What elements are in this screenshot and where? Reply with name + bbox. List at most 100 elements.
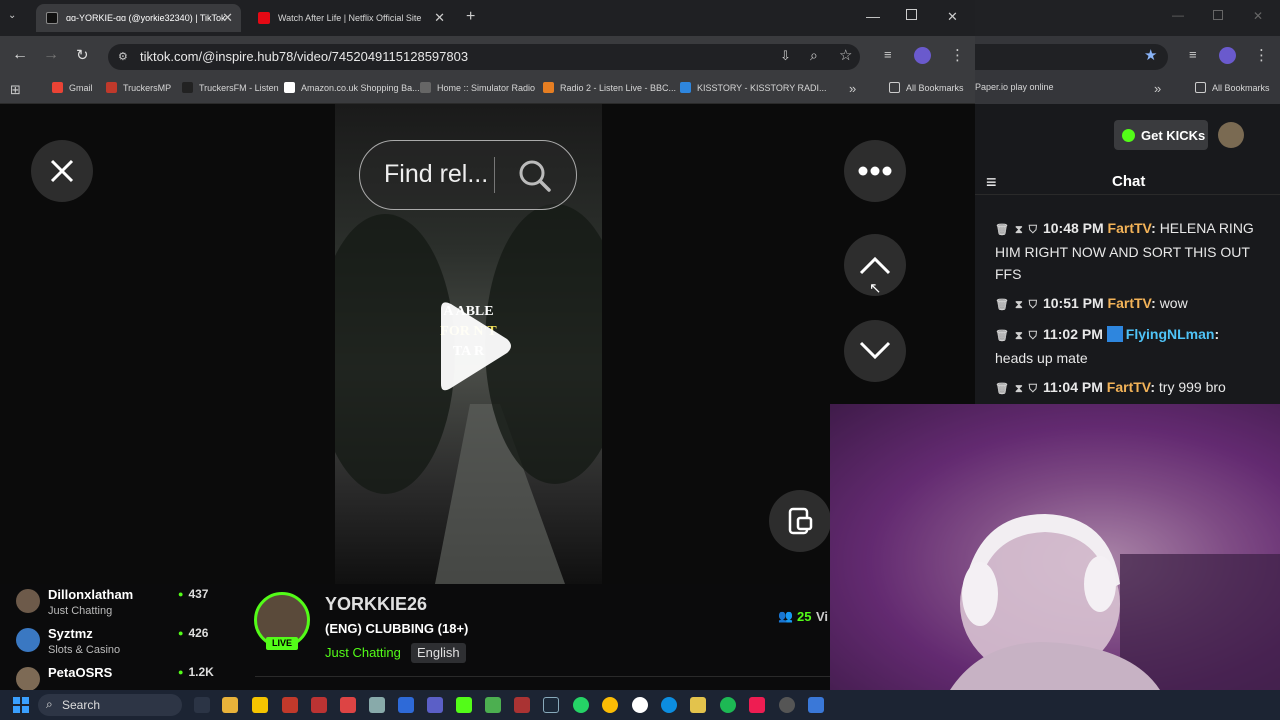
truck-icon[interactable] [369,697,385,713]
taskbar-search[interactable]: ⌕ Search [38,694,182,716]
bookmark-all[interactable]: All Bookmarks [889,82,964,93]
bookmark-paperio[interactable]: Paper.io play online [975,82,1054,92]
bookmark-amazon[interactable]: Amazon.co.uk Shopping Ba... [284,82,420,93]
timeout-icon[interactable]: ⧗ [1015,224,1023,236]
message-user[interactable]: FartTV [1108,220,1152,236]
picture-in-picture-button[interactable] [769,490,831,552]
right-address-bar[interactable] [975,44,1168,70]
right-close-button[interactable]: ✕ [1253,9,1263,23]
right-profile-avatar[interactable] [1219,47,1236,64]
search-icon[interactable] [518,159,552,193]
bookmark-star-icon[interactable]: ☆ [839,46,852,64]
reload-button[interactable]: ↻ [76,46,89,64]
get-kicks-button[interactable]: Get KICKs [1114,120,1208,150]
language-tag[interactable]: English [411,643,466,663]
app-icon[interactable] [252,697,268,713]
message-user[interactable]: FlyingNLman [1126,326,1215,342]
close-video-button[interactable] [31,140,93,202]
tab-tiktok[interactable]: ɑɑ-YORKIE-ɑɑ (@yorkie32340) | TikTok ✕ [36,4,241,32]
user-avatar[interactable] [1218,122,1244,148]
bookmark-label: Paper.io play online [975,82,1054,92]
message-user[interactable]: FartTV [1108,295,1152,311]
trash-icon[interactable]: 🗑 [995,299,1009,311]
install-app-icon[interactable]: ⇩ [780,48,791,64]
media-control-icon[interactable]: ≡ [1189,47,1197,62]
shield-icon[interactable]: ⛉ [1029,330,1037,342]
shield-icon[interactable]: ⛉ [1029,299,1037,311]
profile-avatar[interactable] [914,47,931,64]
bookmark-gmail[interactable]: Gmail [52,82,93,93]
sidebar-channel[interactable]: Syztmz Slots & Casino [16,626,120,656]
media-control-icon[interactable]: ≡ [884,47,892,62]
steam-icon[interactable] [543,697,559,713]
search-box[interactable]: Find rel... [359,140,577,210]
spotify-icon[interactable] [720,697,736,713]
zoom-icon[interactable]: ⌕ [810,47,818,64]
timeout-icon[interactable]: ⧗ [1015,299,1023,311]
bookmark-truckersmp[interactable]: TruckersMP [106,82,171,93]
app-icon[interactable] [690,697,706,713]
app-icon[interactable] [398,697,414,713]
back-button[interactable]: ← [12,46,28,64]
app-icon[interactable] [514,697,530,713]
menu-kebab-icon[interactable]: ⋮ [950,46,965,64]
bookmark-all-right[interactable]: All Bookmarks [1195,82,1270,93]
trash-icon[interactable]: 🗑 [995,330,1009,342]
right-minimize-button[interactable]: — [1172,8,1184,22]
app-icon[interactable] [311,697,327,713]
apps-grid-icon[interactable]: ⊞ [10,82,21,98]
timeout-icon[interactable]: ⧗ [1015,330,1023,342]
edge-icon[interactable] [661,697,677,713]
trash-icon[interactable]: 🗑 [995,224,1009,236]
sidebar-channel[interactable]: PetaOSRS [16,665,112,691]
bookmarked-star-icon[interactable]: ★ [1144,46,1157,64]
tab-search-icon[interactable]: ⌄ [8,10,16,21]
more-bookmarks-icon[interactable]: » [849,81,856,96]
more-options-button[interactable] [844,140,906,202]
chrome-icon[interactable] [602,697,618,713]
site-info-icon[interactable]: ⚙ [118,44,128,70]
shield-icon[interactable]: ⛉ [1029,224,1037,236]
bookmark-kisstory[interactable]: KISSTORY - KISSTORY RADI... [680,82,827,93]
app-icon[interactable] [485,697,501,713]
collapse-chat-icon[interactable]: ≡ [986,172,997,193]
forward-button[interactable]: → [43,46,59,64]
right-restore-button[interactable] [1213,10,1223,20]
streamer-name[interactable]: YORKKIE26 [325,594,427,615]
right-menu-icon[interactable]: ⋮ [1254,46,1269,64]
shield-icon[interactable]: ⛉ [1029,383,1037,395]
timeout-icon[interactable]: ⧗ [1015,383,1023,395]
windows-start-icon[interactable] [13,697,29,713]
app-icon[interactable] [632,697,648,713]
bookmark-simulator-radio[interactable]: Home :: Simulator Radio [420,82,535,93]
play-icon[interactable] [433,299,513,394]
address-bar[interactable]: ⚙ tiktok.com/@inspire.hub78/video/745204… [108,44,860,70]
close-tab-icon[interactable]: ✕ [222,10,233,26]
file-explorer-icon[interactable] [222,697,238,713]
trash-icon[interactable]: 🗑 [995,383,1009,395]
app-icon[interactable] [779,697,795,713]
more-bookmarks-icon[interactable]: » [1154,81,1161,96]
stream-category[interactable]: Just Chatting [325,645,401,660]
tab-netflix[interactable]: Watch After Life | Netflix Official Site… [248,4,453,32]
chat-scroll-edge [975,194,1280,206]
minimize-button[interactable]: — [866,8,880,24]
app-icon[interactable] [340,697,356,713]
whatsapp-icon[interactable] [573,697,589,713]
maximize-button[interactable] [906,9,917,20]
close-tab-icon[interactable]: ✕ [434,10,445,26]
sidebar-channel[interactable]: Dillonxlatham Just Chatting [16,587,133,617]
tiktok-icon[interactable] [749,697,765,713]
next-video-button[interactable] [844,320,906,382]
bookmark-radio2[interactable]: Radio 2 - Listen Live - BBC... [543,82,676,93]
search-input[interactable]: Find rel... [384,160,488,189]
task-view-icon[interactable] [194,697,210,713]
bookmark-truckersfm[interactable]: TruckersFM - Listen [182,82,279,93]
teams-icon[interactable] [427,697,443,713]
close-window-button[interactable]: ✕ [947,9,958,25]
app-icon[interactable] [282,697,298,713]
message-user[interactable]: FartTV [1107,379,1151,395]
kick-icon[interactable] [456,697,472,713]
new-tab-button[interactable]: + [466,8,475,26]
app-icon[interactable] [808,697,824,713]
